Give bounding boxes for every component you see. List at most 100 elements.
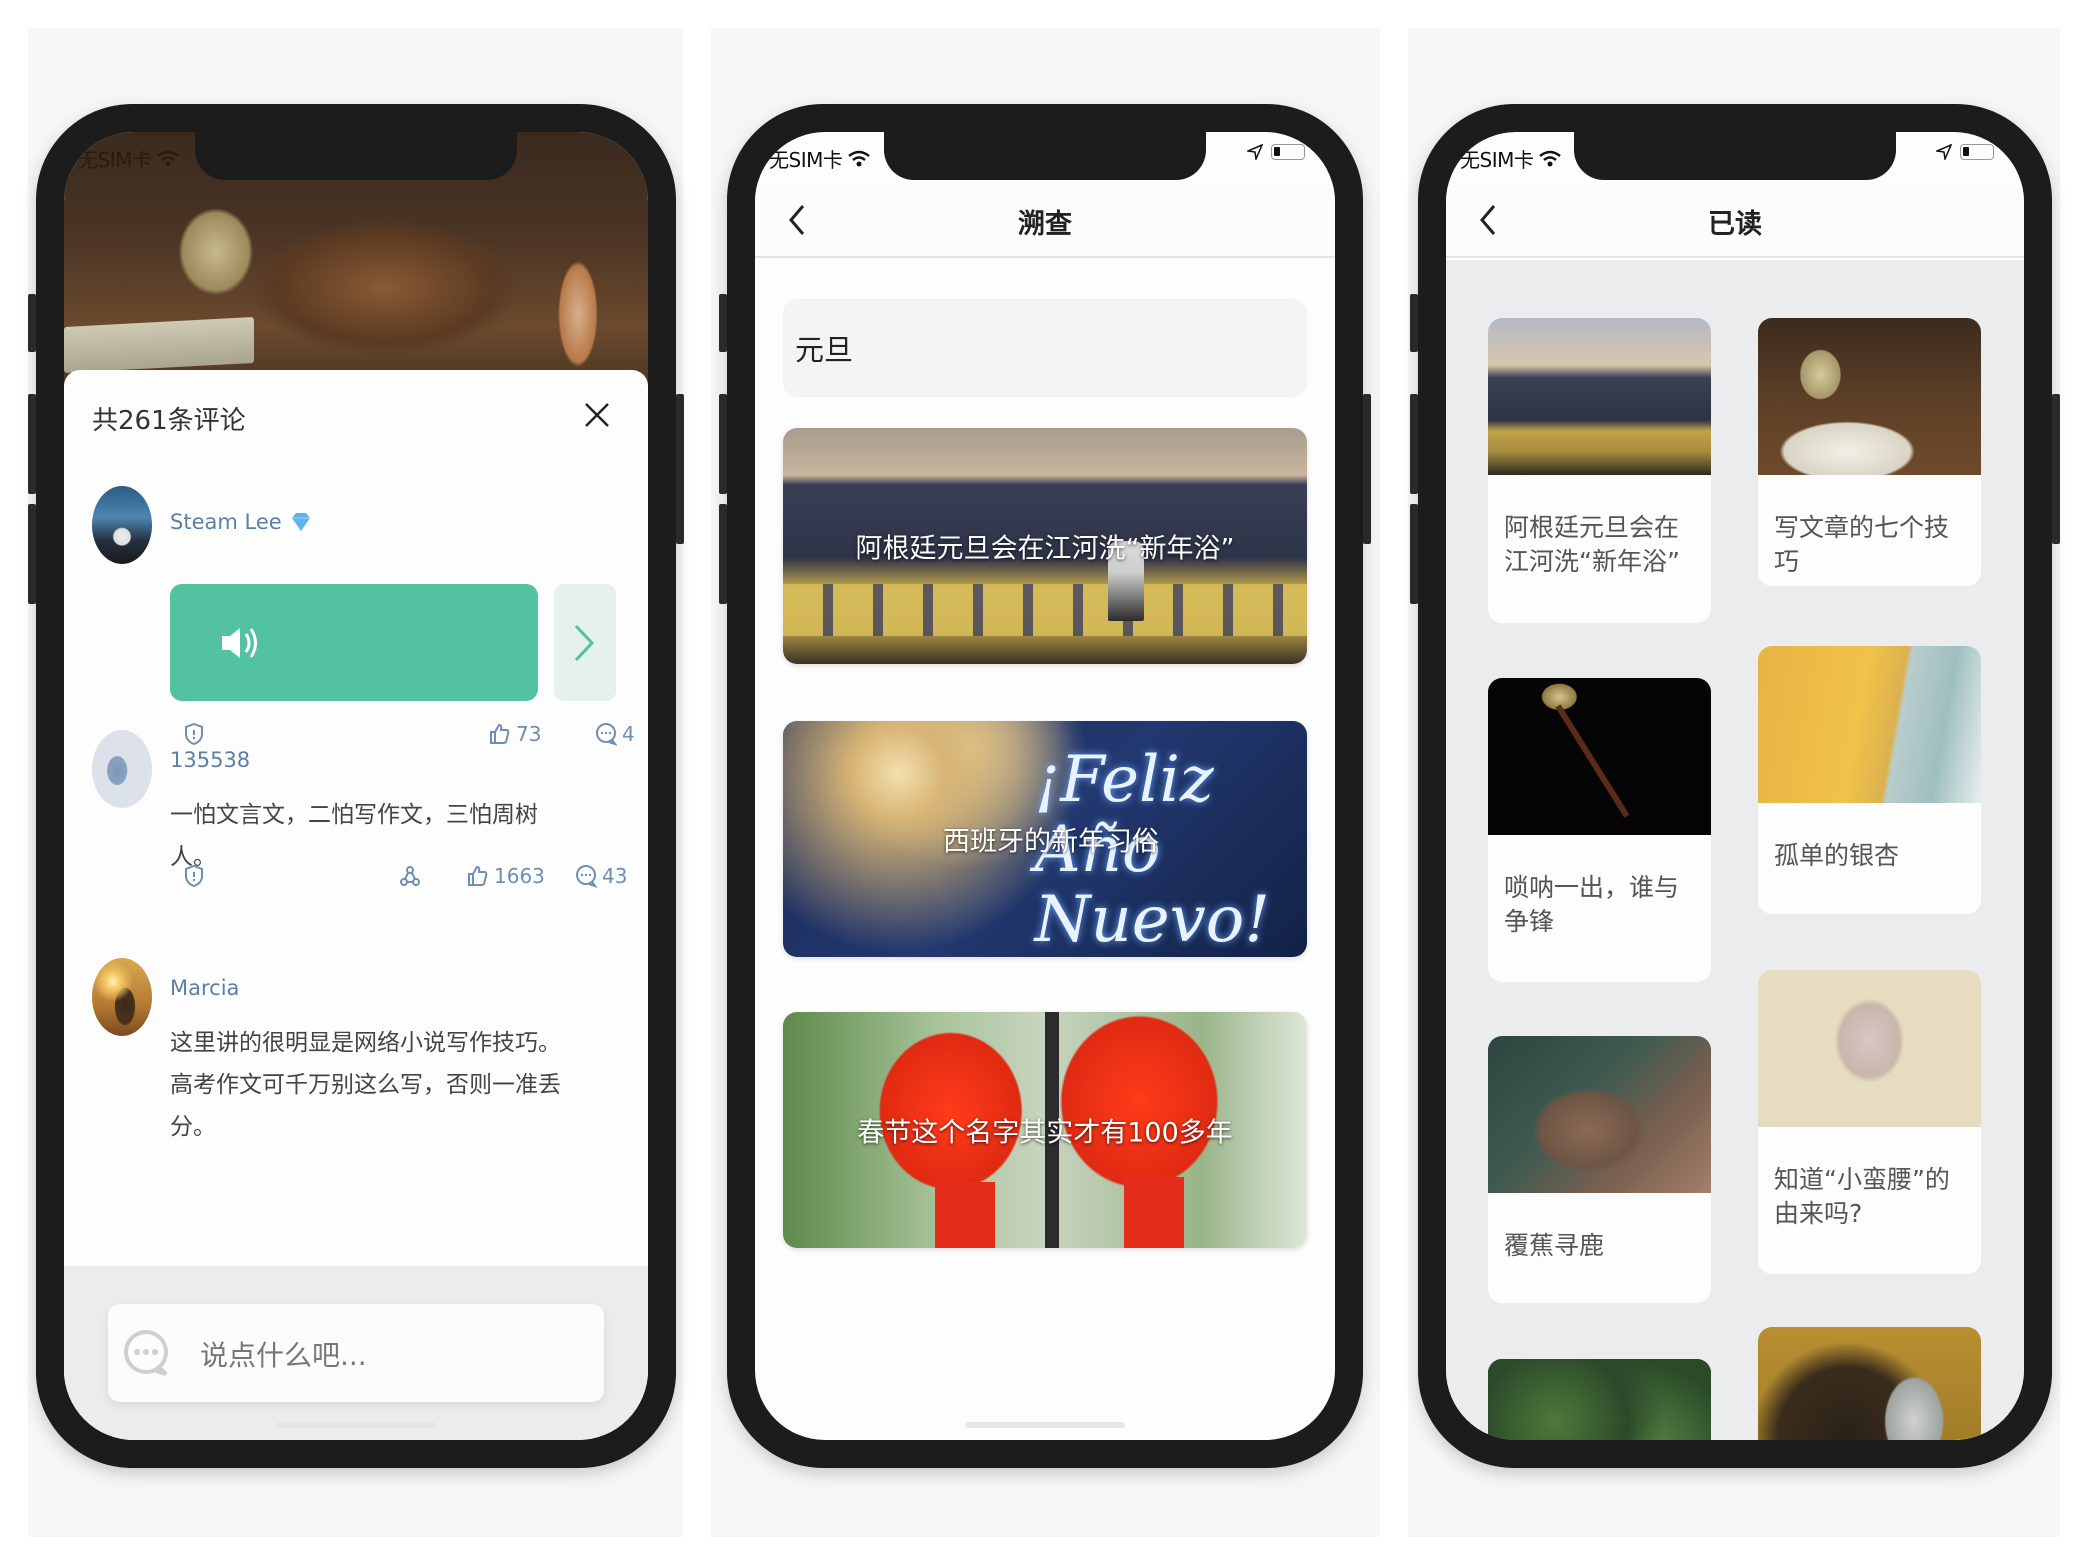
comment-input-bar: 说点什么吧... [64,1266,648,1440]
article-card[interactable] [1488,1359,1711,1440]
like-count: 1663 [494,864,545,888]
report-button[interactable] [182,864,206,888]
carrier-label: 无SIM卡 [769,148,843,172]
article-card[interactable]: 阿根廷元旦会在江河洗“新年浴” [1488,318,1711,623]
page-title: 溯查 [1018,209,1072,240]
wifi-icon [157,150,180,166]
shield-icon [185,864,203,888]
search-result-card[interactable]: 春节这个名字其实才有100多年 [783,1012,1307,1248]
nav-bar: 溯查 [755,182,1335,258]
search-result-title: 西班牙的新年习俗 [943,826,1159,858]
notch [1574,132,1896,180]
location-arrow-icon [1247,144,1263,160]
volume-up-button [1410,394,1418,494]
close-icon[interactable] [582,400,612,430]
comments-sheet: 共261条评论 Steam Lee 73 4 135538 一怕文言文，二怕写作… [64,370,648,1440]
comment-author[interactable]: 135538 [170,748,250,772]
reply-count: 43 [602,864,628,888]
comment-item: Steam Lee 73 4 [92,486,635,746]
article-card[interactable]: 覆蕉寻鹿 [1488,1036,1711,1303]
power-button [676,394,684,544]
power-button [2052,394,2060,544]
article-card[interactable] [1758,1327,1981,1440]
battery-icon [1960,144,1994,160]
mute-switch [719,294,727,352]
comment-input[interactable]: 说点什么吧... [108,1304,604,1402]
share-icon [400,866,420,886]
volume-down-button [28,504,36,604]
wifi-icon [1539,150,1562,166]
reply-count: 4 [622,722,635,746]
home-indicator [276,1422,436,1428]
article-title: 孤单的银杏 [1774,841,1900,870]
carrier-label: 无SIM卡 [78,148,152,172]
search-result-title: 阿根廷元旦会在江河洗“新年浴” [855,533,1235,565]
phone-comments: 无SIM卡 共261条评论 Steam Lee 73 4 135538 一怕文言… [28,104,684,1468]
comment-bubble-icon [576,865,598,888]
phone-search: 无SIM卡 溯查 元旦 阿根廷元旦会在江河洗“新年浴” ¡Feliz Año N… [719,104,1371,1468]
article-thumbnail [1488,678,1711,835]
page-title: 已读 [1708,209,1762,240]
volume-down-button [719,504,727,604]
diamond-icon [291,513,310,531]
article-thumbnail [1488,1359,1711,1440]
reply-button[interactable]: 43 [574,864,627,888]
comment-author[interactable]: Steam Lee [170,510,312,534]
comment-author[interactable]: Marcia [170,976,239,1000]
comments-count-title: 共261条评论 [92,406,246,436]
volume-up-button [719,394,727,494]
phone-read: 无SIM卡 已读 阿根廷元旦会在江河洗“新年浴” 唢呐一出，谁与争锋 覆蕉寻鹿 … [1410,104,2060,1468]
avatar[interactable] [92,958,152,1036]
article-card[interactable]: 唢呐一出，谁与争锋 [1488,678,1711,982]
comment-text: 这里讲的很明显是网络小说写作技巧。高考作文可千万别这么写，否则一准丢分。 [170,1030,561,1140]
search-result-card[interactable]: ¡Feliz Año Nuevo! 西班牙的新年习俗 [783,721,1307,957]
article-title: 知道“小蛮腰”的由来吗? [1774,1165,1950,1228]
thumbs-up-icon [468,865,488,886]
search-input-value: 元旦 [795,333,854,367]
search-input[interactable]: 元旦 [783,299,1307,397]
article-thumbnail [1758,1327,1981,1440]
comment-item: 135538 一怕文言文，二怕写作文，三怕周树人。 1663 43 [92,730,627,930]
article-title: 阿根廷元旦会在江河洗“新年浴” [1504,513,1680,576]
comment-item: Marcia 这里讲的很明显是网络小说写作技巧。高考作文可千万别这么写，否则一准… [92,958,620,1198]
share-button[interactable] [398,864,422,888]
read-articles-grid: 阿根廷元旦会在江河洗“新年浴” 唢呐一出，谁与争锋 覆蕉寻鹿 写文章的七个技巧 … [1446,260,2024,1440]
volume-down-button [1410,504,1418,604]
carrier-label: 无SIM卡 [1460,148,1534,172]
mute-switch [1410,294,1418,352]
article-thumbnail [1758,970,1981,1127]
chat-bubble-icon [124,1330,168,1376]
notch [884,132,1206,180]
battery-icon [1271,144,1305,160]
article-title: 覆蕉寻鹿 [1504,1231,1605,1260]
screen: 无SIM卡 共261条评论 Steam Lee 73 4 135538 一怕文言… [64,132,648,1440]
voice-message-button[interactable] [170,584,538,701]
avatar[interactable] [92,730,152,808]
comment-input-placeholder: 说点什么吧... [200,1339,367,1372]
volume-up-button [28,394,36,494]
nav-bar: 已读 [1446,182,2024,258]
mute-switch [28,294,36,352]
voice-expand-button[interactable] [554,584,616,701]
article-thumbnail [1758,646,1981,803]
screen: 无SIM卡 已读 阿根廷元旦会在江河洗“新年浴” 唢呐一出，谁与争锋 覆蕉寻鹿 … [1446,132,2024,1440]
article-thumbnail [1488,1036,1711,1193]
search-result-card[interactable]: 阿根廷元旦会在江河洗“新年浴” [783,428,1307,664]
comment-actions: 1663 43 [170,864,627,896]
like-button[interactable]: 1663 [466,864,545,888]
screen: 无SIM卡 溯查 元旦 阿根廷元旦会在江河洗“新年浴” ¡Feliz Año N… [755,132,1335,1440]
article-card[interactable]: 写文章的七个技巧 [1758,318,1981,586]
article-title: 唢呐一出，谁与争锋 [1504,873,1680,936]
location-arrow-icon [1936,144,1952,160]
article-thumbnail [1758,318,1981,475]
speaker-icon [222,628,257,658]
article-thumbnail [1488,318,1711,475]
article-card[interactable]: 知道“小蛮腰”的由来吗? [1758,970,1981,1274]
wifi-icon [848,150,871,166]
power-button [1363,394,1371,544]
search-result-title: 春节这个名字其实才有100多年 [857,1117,1233,1149]
article-title: 写文章的七个技巧 [1774,513,1950,576]
avatar[interactable] [92,486,152,564]
article-card[interactable]: 孤单的银杏 [1758,646,1981,914]
chevron-right-icon [574,624,595,662]
